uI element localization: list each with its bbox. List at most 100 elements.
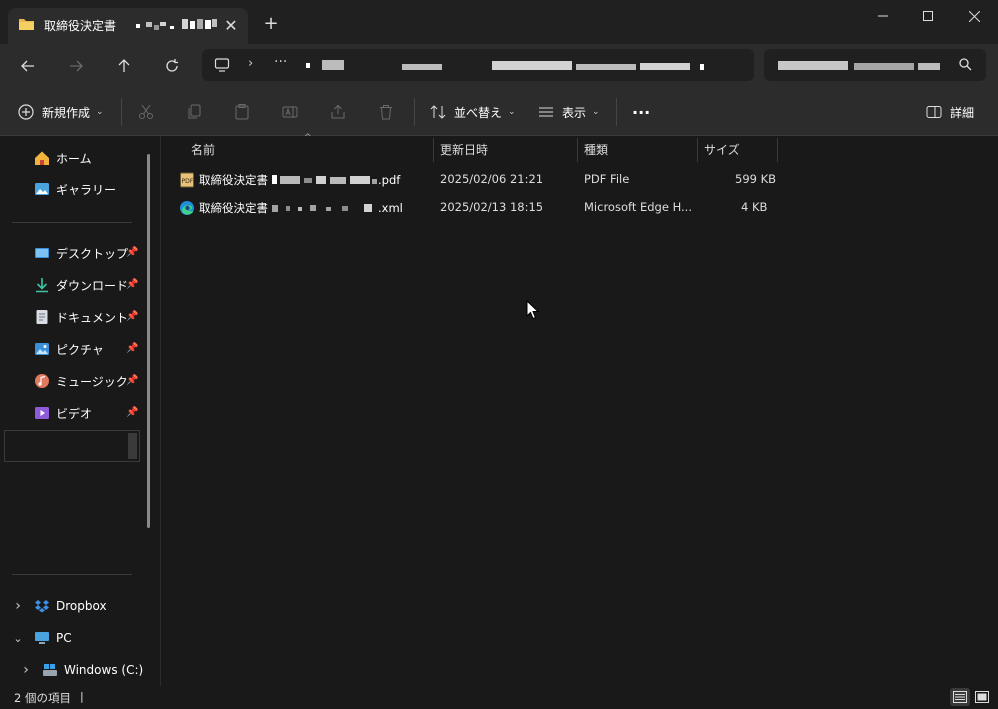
- file-row-pdf[interactable]: PDF 取締役決定書 .pdf 2025/02/06 21:21 PDF File…: [175, 166, 776, 194]
- home-icon: [34, 150, 50, 166]
- pdf-file-icon: PDF: [180, 172, 194, 188]
- sidebar-item-label: PC: [56, 631, 72, 645]
- pin-icon[interactable]: 📌: [126, 247, 138, 258]
- sidebar-item-videos[interactable]: ビデオ: [34, 401, 92, 425]
- pin-icon[interactable]: 📌: [126, 279, 138, 290]
- pin-icon[interactable]: 📌: [126, 311, 138, 322]
- copy-icon: [188, 104, 201, 119]
- title-bar: 取締役決定書 ✕ +: [0, 0, 998, 44]
- sidebar-item-documents[interactable]: ドキュメント: [34, 305, 128, 329]
- share-button[interactable]: [330, 100, 354, 124]
- details-view-button[interactable]: [950, 688, 970, 706]
- sidebar-item-pc[interactable]: ⌄ PC: [10, 626, 72, 650]
- trash-icon: [380, 105, 392, 120]
- status-divider: |: [80, 690, 84, 703]
- sidebar-item-label: ミュージック: [56, 374, 128, 389]
- sidebar-divider: [12, 222, 132, 223]
- desktop-icon: [34, 245, 50, 261]
- sort-icon: [430, 105, 446, 119]
- column-divider[interactable]: [777, 138, 778, 162]
- sidebar-item-music[interactable]: ミュージック: [34, 369, 128, 393]
- column-divider[interactable]: [433, 138, 434, 162]
- sidebar-item-label: ドキュメント: [56, 310, 129, 325]
- chevron-right-icon[interactable]: ›: [18, 662, 34, 678]
- sidebar-item-label: ギャラリー: [56, 182, 117, 197]
- cut-button[interactable]: [138, 100, 162, 124]
- sidebar-item-home[interactable]: ホーム: [34, 146, 92, 170]
- toolbar-divider: [616, 98, 617, 126]
- redacted-path: [306, 60, 704, 70]
- pin-icon[interactable]: 📌: [126, 343, 138, 354]
- chevron-right-icon[interactable]: ›: [10, 598, 26, 614]
- sidebar-item-desktop[interactable]: デスクトップ: [34, 241, 128, 265]
- view-button[interactable]: 表示 ⌄: [538, 100, 600, 124]
- sort-ascending-icon: ^: [304, 133, 312, 143]
- dropbox-icon: [34, 598, 50, 614]
- delete-button[interactable]: [378, 100, 402, 124]
- rename-button[interactable]: [282, 100, 306, 124]
- chevron-down-icon: ⌄: [508, 107, 516, 117]
- file-name: 取締役決定書 .pdf: [199, 173, 401, 187]
- details-pane-label: 詳細: [950, 105, 975, 120]
- more-options-button[interactable]: ···: [632, 100, 650, 124]
- navigation-pane: ホーム ギャラリー デスクトップ 📌 ダウンロード 📌 ドキュメント 📌 ピクチ…: [0, 136, 160, 686]
- column-header-date[interactable]: 更新日時: [440, 136, 488, 162]
- plus-circle-icon: [18, 104, 34, 120]
- chevron-down-icon[interactable]: ⌄: [10, 630, 26, 646]
- sidebar-item-label: ビデオ: [56, 406, 93, 421]
- sidebar-item-gallery[interactable]: ギャラリー: [34, 177, 116, 201]
- column-header-name[interactable]: 名前: [191, 136, 215, 162]
- chevron-down-icon: ⌄: [96, 107, 104, 117]
- view-button-label: 表示: [562, 105, 587, 120]
- column-divider[interactable]: [577, 138, 578, 162]
- svg-text:PDF: PDF: [182, 178, 194, 185]
- maximize-button[interactable]: [905, 4, 951, 28]
- sidebar-scrollbar[interactable]: [147, 154, 150, 528]
- pin-icon[interactable]: 📌: [126, 375, 138, 386]
- close-window-button[interactable]: [951, 4, 997, 28]
- sidebar-item-dropbox[interactable]: › Dropbox: [10, 594, 107, 618]
- redacted-text: [136, 19, 217, 30]
- sidebar-item-pictures[interactable]: ピクチャ: [34, 337, 104, 361]
- copy-button[interactable]: [186, 100, 210, 124]
- file-row-xml[interactable]: 取締役決定書 .xml 2025/02/13 18:15 Microsoft Ed…: [175, 194, 775, 222]
- paste-button[interactable]: [234, 100, 258, 124]
- details-pane-button[interactable]: 詳細: [926, 100, 974, 124]
- sidebar-item-label: ダウンロード: [56, 278, 129, 293]
- column-header-size[interactable]: サイズ: [704, 136, 740, 162]
- file-date: 2025/02/13 18:15: [440, 200, 544, 214]
- close-icon: [968, 10, 980, 22]
- sidebar-item-downloads[interactable]: ダウンロード: [34, 273, 128, 297]
- chevron-down-icon: ⌄: [592, 107, 600, 117]
- refresh-button[interactable]: [158, 52, 186, 80]
- file-type: Microsoft Edge H...: [584, 200, 692, 214]
- toolbar-divider: [121, 98, 122, 126]
- redacted-filename: [272, 204, 372, 212]
- pin-icon[interactable]: 📌: [126, 407, 138, 418]
- search-box[interactable]: [764, 49, 986, 81]
- sidebar-item-windows-drive[interactable]: › Windows (C:): [18, 658, 143, 682]
- new-tab-button[interactable]: +: [260, 12, 282, 34]
- sort-button[interactable]: 並べ替え ⌄: [430, 100, 516, 124]
- edge-icon: [180, 201, 194, 215]
- tiles-view-button[interactable]: [972, 688, 992, 706]
- minimize-button[interactable]: [860, 4, 906, 28]
- tab-current-folder[interactable]: 取締役決定書 ✕: [8, 8, 248, 44]
- up-button[interactable]: [110, 52, 138, 80]
- gallery-icon: [34, 181, 50, 197]
- close-tab-button[interactable]: ✕: [220, 14, 242, 36]
- column-header-type[interactable]: 種類: [584, 136, 608, 162]
- arrow-left-icon: [21, 60, 34, 72]
- breadcrumb-more-button[interactable]: ···: [274, 54, 287, 70]
- new-button[interactable]: 新規作成 ⌄: [18, 100, 104, 124]
- address-bar[interactable]: › ···: [202, 49, 754, 81]
- column-divider[interactable]: [697, 138, 698, 162]
- mouse-cursor-icon: [526, 300, 540, 320]
- computer-icon: [214, 58, 230, 72]
- back-button[interactable]: [14, 52, 42, 80]
- arrow-right-icon: [70, 60, 83, 72]
- redacted-search-text: [778, 61, 940, 70]
- arrow-up-icon: [118, 59, 130, 72]
- forward-button[interactable]: [62, 52, 90, 80]
- sidebar-item-label: Dropbox: [56, 599, 107, 613]
